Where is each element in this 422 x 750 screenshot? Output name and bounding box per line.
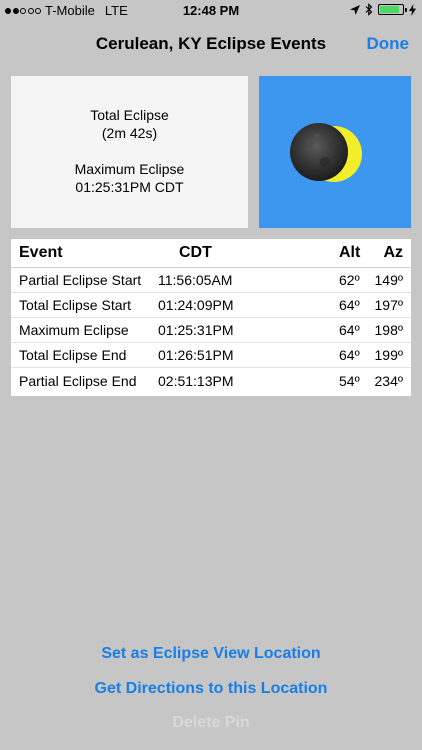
row-time: 01:25:31PM — [158, 322, 234, 338]
summary-duration: (2m 42s) — [101, 125, 158, 141]
events-table: Event CDT Alt Az Partial Eclipse Start 1… — [11, 239, 411, 396]
row-az: 197º — [374, 297, 403, 313]
row-alt: 54º — [339, 372, 360, 389]
status-right — [350, 3, 416, 16]
navigation-bar: Cerulean, KY Eclipse Events Done — [0, 22, 422, 66]
bluetooth-icon — [365, 3, 373, 16]
table-row: Partial Eclipse End 02:51:13PM 54º 234º — [11, 368, 411, 393]
row-alt: 64º — [339, 297, 360, 313]
eclipse-summary: Total Eclipse (2m 42s) Maximum Eclipse 0… — [11, 76, 248, 228]
row-event: Partial Eclipse End — [19, 372, 137, 389]
done-button[interactable]: Done — [367, 34, 410, 54]
row-event: Partial Eclipse Start — [19, 272, 142, 288]
row-alt: 62º — [339, 272, 360, 288]
header-event: Event — [19, 244, 63, 261]
summary-eclipse-type: Total Eclipse — [90, 107, 169, 123]
header-time: CDT — [179, 244, 212, 261]
eclipse-icon — [290, 123, 362, 182]
row-event: Maximum Eclipse — [19, 322, 129, 338]
summary-max-time: 01:25:31PM CDT — [75, 179, 184, 195]
row-time: 02:51:13PM — [158, 372, 234, 389]
row-az: 234º — [374, 372, 403, 389]
row-time: 01:26:51PM — [158, 347, 234, 363]
row-event: Total Eclipse Start — [19, 297, 132, 313]
status-bar: T-Mobile LTE 12:48 PM — [0, 0, 422, 22]
battery-fill — [380, 6, 399, 13]
battery-icon — [378, 4, 407, 15]
delete-pin-button: Delete Pin — [172, 714, 250, 731]
get-directions-button[interactable]: Get Directions to this Location — [0, 680, 422, 698]
row-alt: 64º — [339, 347, 360, 363]
table-row: Total Eclipse Start 01:24:09PM 64º 197º — [11, 293, 411, 318]
table-header: Event CDT Alt Az — [11, 239, 411, 268]
header-alt: Alt — [339, 244, 361, 261]
moon-disk — [290, 123, 348, 181]
row-time: 01:24:09PM — [158, 297, 234, 313]
table-row: Partial Eclipse Start 11:56:05AM 62º 149… — [11, 268, 411, 293]
set-eclipse-location-button[interactable]: Set as Eclipse View Location — [0, 645, 422, 663]
row-time: 11:56:05AM — [158, 272, 233, 288]
row-event: Total Eclipse End — [19, 347, 127, 363]
eclipse-illustration — [259, 76, 411, 228]
row-az: 149º — [374, 272, 403, 288]
row-alt: 64º — [339, 322, 360, 338]
row-az: 199º — [374, 347, 403, 363]
charging-bolt-icon — [409, 3, 416, 16]
table-row: Maximum Eclipse 01:25:31PM 64º 198º — [11, 318, 411, 343]
page-title: Cerulean, KY Eclipse Events — [95, 34, 327, 53]
table-row: Total Eclipse End 01:26:51PM 64º 199º — [11, 343, 411, 368]
location-arrow-icon — [350, 4, 360, 15]
summary-max-label: Maximum Eclipse — [74, 161, 185, 177]
row-az: 198º — [374, 322, 403, 338]
header-az: Az — [383, 244, 403, 261]
